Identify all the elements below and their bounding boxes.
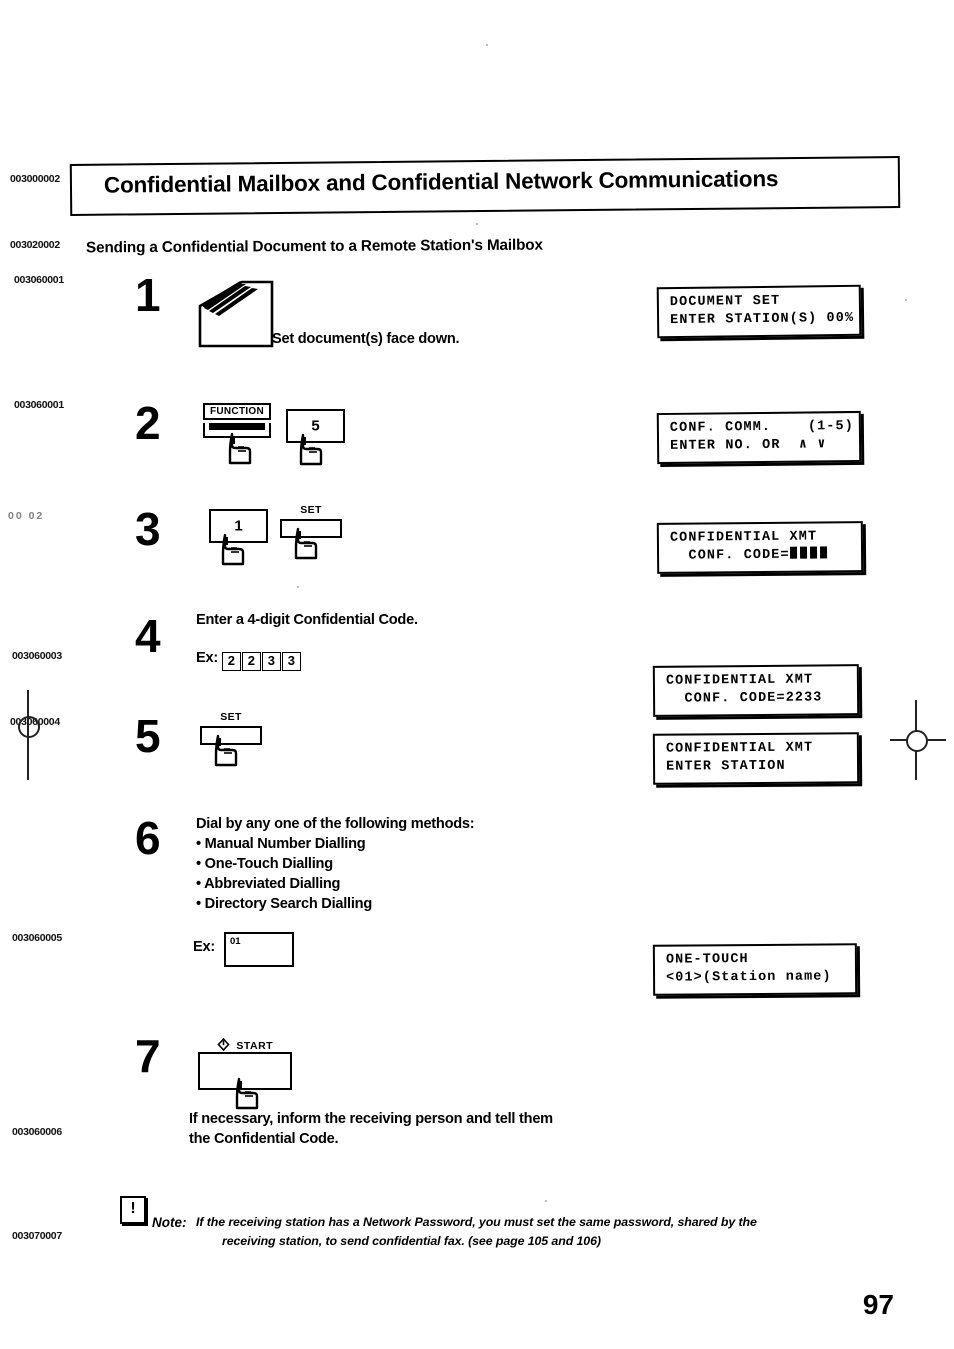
margin-code: 003000002 [10, 173, 60, 185]
margin-code: 003060001 [14, 399, 64, 411]
pointing-hand-icon [215, 533, 251, 574]
lcd-panel-6: ONE-TOUCH <01>(Station name) [652, 943, 858, 996]
exclamation-icon: ! [120, 1196, 146, 1224]
lcd-line: CONFIDENTIAL XMT [669, 529, 818, 546]
page-number: 97 [862, 1289, 894, 1320]
page-title: Confidential Mailbox and Confidential Ne… [103, 166, 779, 198]
numeric-key-5-label: 5 [311, 417, 320, 435]
step-number-5: 5 [135, 710, 161, 762]
step-number-4: 4 [135, 610, 161, 662]
cursor-blocks [789, 546, 830, 562]
margin-code: 003060001 [14, 274, 64, 286]
lcd-line: <01>(Station name) [666, 969, 832, 986]
page-title-bar: Confidential Mailbox and Confidential Ne… [69, 156, 901, 216]
note-text: If the receiving station has a Network P… [196, 1213, 856, 1251]
lcd-line: CONF. COMM. (1-5) [669, 419, 854, 436]
pointing-hand-icon [288, 527, 324, 568]
example-digit-box: 2 [221, 652, 241, 671]
lcd-line: CONFIDENTIAL XMT [665, 740, 814, 757]
note-line-2: receiving station, to send confidential … [222, 1234, 601, 1248]
margin-code: 00 02 [8, 510, 45, 522]
margin-code: 003070007 [12, 1230, 62, 1242]
step-4-instruction: Enter a 4-digit Confidential Code. [196, 612, 418, 628]
step-7-note-line2: the Confidential Code. [189, 1131, 339, 1147]
pointing-hand-icon [293, 433, 329, 474]
lcd-line-prefix: CONF. CODE= [670, 547, 790, 564]
note-line-1: If the receiving station has a Network P… [196, 1215, 757, 1229]
step-6-example-label: Ex: [193, 939, 215, 955]
lcd-line-with-cursor: CONF. CODE= [670, 546, 852, 566]
margin-code: 003060006 [12, 1126, 62, 1138]
example-digit-box: 3 [261, 652, 281, 671]
dial-method-item: • Directory Search Dialling [196, 896, 372, 912]
example-digit-box: 2 [241, 652, 261, 671]
lcd-panel-3: CONFIDENTIAL XMT CONF. CODE= [656, 521, 864, 574]
pointing-hand-icon [222, 432, 258, 473]
start-key-label: START [236, 1040, 274, 1052]
one-touch-key-01[interactable]: 01 [224, 932, 294, 967]
registration-mark-left [8, 690, 48, 780]
example-digit-boxes: 2233 [221, 650, 302, 671]
section-subtitle: Sending a Confidential Document to a Rem… [85, 236, 543, 257]
cursor-block [819, 546, 827, 559]
lcd-panel-1: DOCUMENT SET ENTER STATION(S) 00% [656, 284, 862, 339]
dial-method-item: • Abbreviated Dialling [196, 876, 341, 892]
lcd-panel-5: CONFIDENTIAL XMT ENTER STATION [652, 732, 860, 785]
numeric-key-1-label: 1 [234, 517, 243, 535]
set-key-label: SET [300, 504, 322, 516]
lcd-line: CONFIDENTIAL XMT [665, 672, 814, 689]
lcd-line: ENTER NO. OR ∧ ∨ [670, 437, 827, 454]
step-number-2: 2 [135, 397, 161, 449]
cursor-block [799, 546, 807, 559]
step-number-6: 6 [135, 812, 161, 864]
margin-code: 003020002 [10, 239, 60, 251]
step-6-intro: Dial by any one of the following methods… [196, 816, 475, 832]
cursor-block [789, 546, 797, 559]
dial-method-item: • One-Touch Dialling [196, 856, 333, 872]
example-label: Ex: [196, 650, 218, 666]
lcd-line: ENTER STATION(S) 00% [670, 310, 855, 329]
cursor-block [809, 546, 817, 559]
lcd-line: ONE-TOUCH [665, 952, 749, 968]
lcd-line: ENTER STATION [666, 758, 786, 775]
function-key-label: FUNCTION [203, 403, 271, 420]
lcd-panel-4: CONFIDENTIAL XMT CONF. CODE=2233 [652, 664, 860, 717]
step-1-caption: Set document(s) face down. [272, 331, 460, 347]
registration-mark-right [890, 700, 950, 780]
note-label: Note: [152, 1215, 187, 1230]
step-number-7: 7 [135, 1030, 161, 1082]
lcd-line: CONF. CODE=2233 [666, 690, 823, 707]
manual-page: 003000002 003020002 003060001 003060001 … [0, 0, 954, 1349]
step-number-3: 3 [135, 503, 161, 555]
lcd-line: DOCUMENT SET [669, 293, 781, 311]
step-4-example: Ex: 2233 [196, 649, 302, 671]
margin-code: 003060005 [12, 932, 62, 944]
pointing-hand-icon [208, 734, 244, 775]
step-number-1: 1 [135, 269, 161, 321]
one-touch-key-label: 01 [230, 936, 241, 947]
lcd-panel-2: CONF. COMM. (1-5) ENTER NO. OR ∧ ∨ [656, 410, 862, 465]
set-key-label: SET [220, 711, 242, 723]
example-digit-box: 3 [281, 652, 301, 671]
dial-method-item: • Manual Number Dialling [196, 836, 366, 852]
exclamation-glyph: ! [130, 1200, 136, 1217]
step-7-note-line1: If necessary, inform the receiving perso… [189, 1111, 553, 1127]
margin-code: 003060003 [12, 650, 62, 662]
